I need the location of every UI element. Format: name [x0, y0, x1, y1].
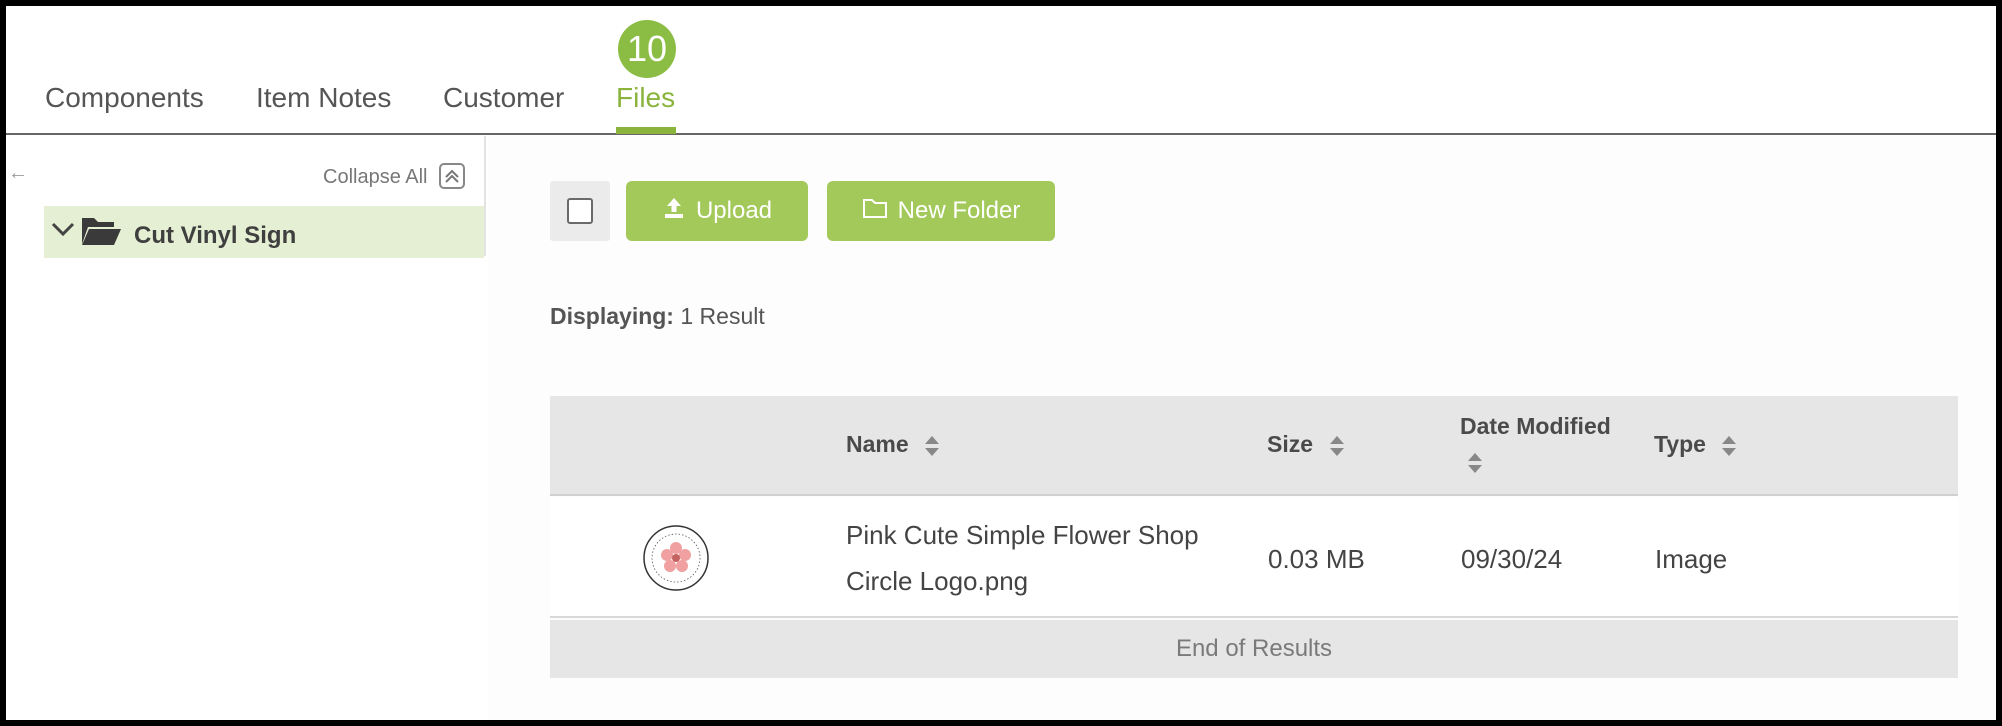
column-label: Name: [846, 431, 909, 457]
tab-files[interactable]: Files: [616, 82, 675, 114]
collapse-all-link[interactable]: Collapse All: [323, 166, 428, 189]
table-row[interactable]: Pink Cute Simple Flower Shop Circle Logo…: [550, 498, 1958, 618]
checkbox-square: [567, 198, 593, 224]
sort-icon[interactable]: [1329, 434, 1345, 463]
tab-item-notes[interactable]: Item Notes: [256, 82, 391, 114]
folder-open-icon: [80, 214, 122, 253]
folder-icon: [862, 197, 888, 226]
panel-divider[interactable]: [484, 136, 486, 256]
upload-icon: [662, 196, 686, 227]
new-folder-label: New Folder: [897, 197, 1021, 224]
results-value: 1 Result: [680, 303, 765, 329]
files-table-header: Name Size Date Modified Type: [550, 396, 1958, 496]
file-name-line-2: Circle Logo.png: [846, 566, 1029, 596]
column-header-size[interactable]: Size: [1267, 431, 1313, 458]
file-type: Image: [1655, 544, 1728, 574]
upload-button[interactable]: Upload: [626, 181, 808, 241]
sort-icon[interactable]: [1721, 434, 1737, 463]
file-date-modified: 09/30/24: [1461, 544, 1563, 574]
column-header-date-modified[interactable]: Date Modified: [1460, 413, 1611, 440]
upload-label: Upload: [695, 197, 773, 224]
tab-components[interactable]: Components: [45, 82, 204, 114]
sort-icon[interactable]: [1467, 451, 1483, 480]
file-thumbnail[interactable]: [642, 524, 710, 597]
column-label: Date Modified: [1460, 413, 1611, 439]
tab-customer[interactable]: Customer: [443, 82, 564, 114]
file-name-line-1: Pink Cute Simple Flower Shop: [846, 520, 1199, 550]
tree-item-label: Cut Vinyl Sign: [134, 222, 297, 249]
tab-bar: Components Item Notes Customer 10 Files: [6, 6, 1996, 135]
column-header-name[interactable]: Name: [846, 431, 909, 458]
folder-tree-panel: ← Collapse All Cut Vinyl Sign: [6, 136, 486, 720]
sort-icon[interactable]: [924, 434, 940, 463]
app-window: Components Item Notes Customer 10 Files …: [6, 6, 1996, 720]
file-name[interactable]: Pink Cute Simple Flower Shop Circle Logo…: [846, 512, 1246, 604]
select-all-checkbox[interactable]: [550, 181, 610, 241]
new-folder-button[interactable]: New Folder: [827, 181, 1055, 241]
collapse-all-icon[interactable]: [439, 163, 465, 189]
file-size: 0.03 MB: [1268, 544, 1365, 574]
active-tab-indicator: [616, 127, 676, 134]
files-count-badge: 10: [618, 20, 676, 78]
column-header-type[interactable]: Type: [1654, 431, 1706, 458]
results-count: Displaying: 1 Result: [550, 303, 765, 330]
back-arrow-icon[interactable]: ←: [8, 162, 28, 185]
files-main-pane: Upload New Folder Displaying: 1 Result N…: [488, 136, 1996, 720]
column-label: Size: [1267, 431, 1314, 457]
tree-item-cut-vinyl-sign[interactable]: Cut Vinyl Sign: [44, 206, 484, 258]
column-label: Type: [1654, 431, 1706, 457]
results-prefix: Displaying:: [550, 303, 674, 329]
end-of-results: End of Results: [550, 620, 1958, 678]
chevron-down-icon[interactable]: [50, 218, 76, 245]
